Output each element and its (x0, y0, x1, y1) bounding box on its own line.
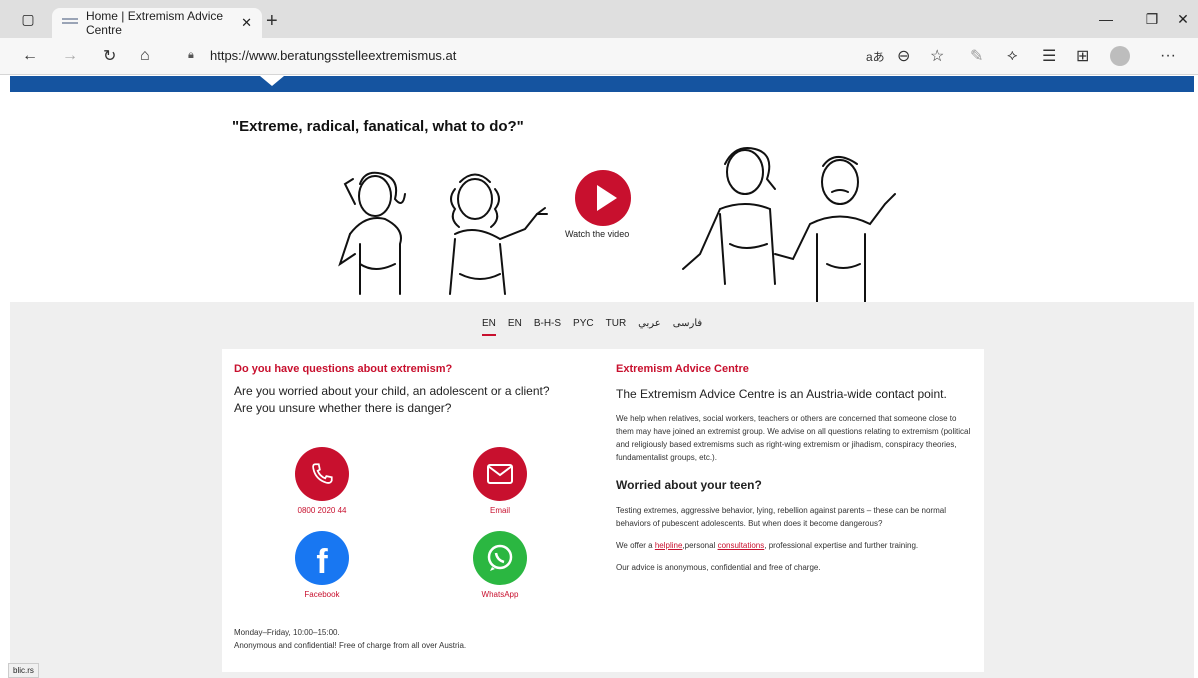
tab-actions-icon[interactable]: ▢ (8, 0, 48, 38)
tab-strip: ▢ Home | Extremism Advice Centre ✕ + — ❐… (0, 0, 1198, 38)
offer-mid: ,personal (682, 541, 718, 550)
home-icon[interactable]: ⌂ (140, 45, 150, 67)
phone-icon[interactable] (295, 447, 349, 501)
questions-title: Do you have questions about extremism? (234, 363, 453, 375)
minimize-icon[interactable]: — (1083, 0, 1129, 38)
close-tab-icon[interactable]: ✕ (241, 15, 252, 31)
play-video-button[interactable] (575, 170, 631, 226)
back-icon[interactable]: ← (22, 45, 38, 67)
web-page: "Extreme, radical, fanatical, what to do… (10, 76, 1194, 678)
facebook-label[interactable]: Facebook (267, 590, 377, 599)
watch-video-label[interactable]: Watch the video (565, 229, 629, 239)
lang-fa[interactable]: فارسی (673, 318, 702, 336)
lang-tur[interactable]: TUR (606, 318, 627, 336)
phone-number[interactable]: 0800 2020 44 (267, 506, 377, 515)
read-aloud-icon[interactable]: ✎ (970, 45, 983, 67)
anonymous-note: Anonymous and confidential! Free of char… (234, 641, 467, 650)
centre-title: Extremism Advice Centre (616, 363, 749, 375)
facebook-icon[interactable]: f (295, 531, 349, 585)
offer-prefix: We offer a (616, 541, 655, 550)
language-switcher: EN EN B-H-S PYC TUR عربي فارسی (482, 318, 702, 336)
questions-lead-line1: Are you worried about your child, an ado… (234, 384, 550, 398)
lang-ru[interactable]: PYC (573, 318, 594, 336)
status-bar-url: blic.rs (8, 663, 39, 678)
consultations-link[interactable]: consultations (718, 541, 765, 550)
right-column: Extremism Advice Centre The Extremism Ad… (616, 363, 971, 574)
forward-icon[interactable]: → (62, 45, 78, 67)
close-window-icon[interactable]: ✕ (1160, 0, 1198, 38)
whatsapp-label[interactable]: WhatsApp (445, 590, 555, 599)
email-icon[interactable] (473, 447, 527, 501)
browser-tab[interactable]: Home | Extremism Advice Centre ✕ (52, 8, 262, 38)
site-header-bar (10, 76, 1194, 92)
profile-avatar[interactable] (1110, 46, 1130, 66)
teen-title: Worried about your teen? (616, 478, 762, 492)
hours-text: Monday–Friday, 10:00–15:00. (234, 628, 340, 637)
offer-suffix: , professional expertise and further tra… (764, 541, 919, 550)
lock-icon: 🔒︎ (188, 49, 194, 61)
centre-lead: The Extremism Advice Centre is an Austri… (616, 387, 947, 401)
new-tab-icon[interactable]: + (266, 10, 278, 33)
helpline-link[interactable]: helpline (655, 541, 683, 550)
closing-text: Our advice is anonymous, confidential an… (616, 563, 821, 572)
email-contact[interactable]: Email (445, 447, 555, 515)
phone-contact[interactable]: 0800 2020 44 (267, 447, 377, 515)
translate-icon[interactable]: aあ (866, 45, 885, 67)
page-headline: "Extreme, radical, fanatical, what to do… (232, 118, 524, 135)
header-notch-icon (260, 76, 284, 86)
whatsapp-contact[interactable]: WhatsApp (445, 531, 555, 599)
teen-body: Testing extremes, aggressive behavior, l… (616, 506, 946, 528)
add-favorite-icon[interactable]: ☆ (930, 45, 944, 67)
favorites-icon[interactable]: ☰ (1042, 45, 1056, 67)
centre-body: We help when relatives, social workers, … (616, 414, 971, 462)
tab-title: Home | Extremism Advice Centre (85, 9, 224, 37)
email-label[interactable]: Email (445, 506, 555, 515)
facebook-contact[interactable]: f Facebook (267, 531, 377, 599)
lang-bhs[interactable]: B-H-S (534, 318, 561, 336)
collections-icon[interactable]: ⊞ (1076, 45, 1089, 67)
questions-lead-line2: Are you unsure whether there is danger? (234, 401, 452, 415)
lang-en-active[interactable]: EN (482, 318, 496, 336)
extensions-icon[interactable]: ⟡ (1007, 45, 1018, 67)
offer-text: We offer a helpline,personal consultatio… (616, 539, 971, 552)
whatsapp-icon[interactable] (473, 531, 527, 585)
browser-toolbar (0, 38, 1198, 75)
lang-ar[interactable]: عربي (638, 318, 661, 336)
site-favicon-icon (62, 18, 78, 28)
refresh-icon[interactable]: ↻ (103, 45, 116, 67)
zoom-icon[interactable]: ⊖ (897, 45, 910, 67)
left-column: Do you have questions about extremism? A… (234, 363, 582, 417)
lang-en[interactable]: EN (508, 318, 522, 336)
info-card: Do you have questions about extremism? A… (222, 349, 984, 672)
opening-hours: Monday–Friday, 10:00–15:00. Anonymous an… (234, 626, 574, 652)
more-menu-icon[interactable]: ··· (1160, 45, 1176, 67)
address-bar[interactable]: https://www.beratungsstelleextremismus.a… (210, 48, 456, 63)
questions-lead: Are you worried about your child, an ado… (234, 383, 582, 417)
